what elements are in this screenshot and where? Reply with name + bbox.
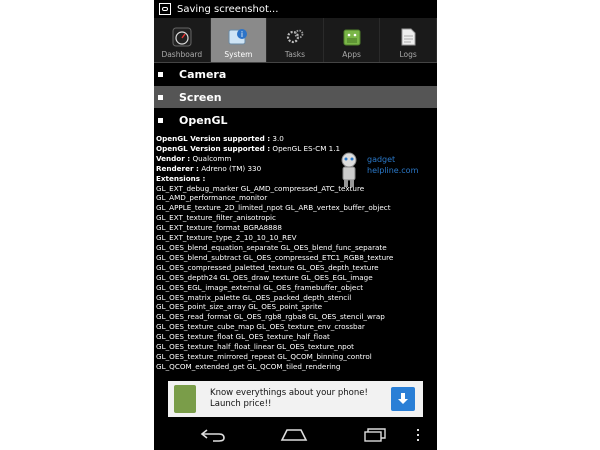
extension-line: GL_APPLE_texture_2D_limited_npot GL_ARB_… [156, 203, 391, 213]
info-label: Renderer : [156, 163, 199, 173]
info-row: OpenGL Version supported : 3.0 [156, 134, 436, 144]
tab-logs[interactable]: Logs [380, 18, 437, 62]
extension-line: GL_OES_matrix_palette GL_OES_packed_dept… [156, 292, 352, 302]
extension-line: GL_OES_compressed_paletted_texture GL_OE… [156, 262, 379, 272]
screenshot-icon [159, 3, 171, 15]
tab-label: System [224, 50, 253, 59]
extension-line: GL_OES_EGL_image_external GL_OES_framebu… [156, 282, 364, 292]
tab-label: Dashboard [161, 50, 203, 59]
home-icon [280, 429, 308, 441]
download-button[interactable] [391, 387, 415, 411]
extension-line: GL_OES_blend_subtract GL_OES_compressed_… [156, 252, 394, 262]
section-label: OpenGL [179, 113, 228, 127]
ad-line1: Know everythings about your phone! [210, 388, 368, 398]
info-value: 3.0 [272, 134, 284, 143]
extension-line: GL_OES_point_size_array GL_OES_point_spr… [156, 302, 323, 312]
download-arrow-icon [398, 393, 408, 404]
tab-label: Logs [399, 50, 417, 59]
system-info-icon: i [227, 26, 249, 48]
extension-line: GL_OES_texture_half_float_linear GL_OES_… [156, 342, 354, 352]
extension-line: GL_OES_texture_float GL_OES_texture_half… [156, 332, 330, 342]
gears-icon [284, 26, 306, 48]
extension-line: GL_AMD_performance_monitor [156, 193, 268, 203]
back-icon [200, 429, 225, 442]
tab-label: Tasks [284, 50, 306, 59]
info-label: OpenGL Version supported : [156, 134, 271, 143]
status-bar: Saving screenshot... [154, 0, 437, 18]
extension-line: GL_OES_depth24 GL_OES_draw_texture GL_OE… [156, 272, 373, 282]
ad-line2: Launch price!! [210, 399, 272, 409]
section-camera[interactable]: Camera [154, 63, 437, 85]
ad-text: Know everythings about your phone! Launc… [210, 388, 391, 410]
info-label: OpenGL Version supported : [156, 143, 271, 153]
robot-mascot-icon [341, 152, 357, 187]
tab-apps[interactable]: Apps [324, 18, 381, 62]
section-screen[interactable]: Screen [154, 86, 437, 108]
extension-line: GL_EXT_texture_format_BGRA8888 [156, 223, 282, 233]
back-button[interactable] [198, 426, 228, 444]
android-icon [341, 26, 363, 48]
section-label: Screen [179, 90, 222, 104]
info-value: Qualcomm [192, 153, 232, 163]
section-opengl[interactable]: OpenGL [154, 109, 437, 131]
ad-banner[interactable]: Know everythings about your phone! Launc… [168, 381, 423, 417]
recents-button[interactable] [360, 426, 390, 444]
watermark-line2: helpline.com [367, 166, 419, 175]
tab-system[interactable]: i System [210, 18, 268, 62]
extension-line: GL_OES_texture_mirrored_repeat GL_QCOM_b… [156, 351, 372, 361]
info-value: Adreno (TM) 330 [201, 163, 262, 173]
expand-icon [158, 94, 163, 100]
expand-icon [158, 71, 163, 77]
watermark-line1: gadget [367, 155, 396, 164]
info-value: OpenGL ES-CM 1.1 [272, 143, 341, 153]
ad-app-icon [174, 385, 196, 413]
menu-button[interactable] [412, 426, 424, 444]
tab-label: Apps [342, 50, 361, 59]
tab-bar: Dashboard i System Tasks Apps Logs [154, 18, 437, 63]
tab-tasks[interactable]: Tasks [267, 18, 324, 62]
svg-text:i: i [241, 30, 243, 39]
document-icon [397, 26, 419, 48]
status-text: Saving screenshot... [177, 3, 279, 15]
navigation-bar [154, 420, 437, 450]
tab-dashboard[interactable]: Dashboard [154, 18, 211, 62]
collapse-icon [158, 117, 163, 123]
watermark-logo: gadget helpline.com [334, 150, 434, 190]
extension-line: GL_QCOM_extended_get GL_QCOM_tiled_rende… [156, 361, 341, 371]
extension-line: GL_OES_texture_cube_map GL_OES_texture_e… [156, 322, 365, 332]
home-button[interactable] [278, 426, 310, 444]
phone-screen: Saving screenshot... Dashboard i System … [154, 0, 437, 450]
info-label: Vendor : [156, 153, 191, 163]
dashboard-gauge-icon [171, 26, 193, 48]
recents-icon [364, 428, 386, 442]
section-label: Camera [179, 67, 227, 81]
extension-line: GL_EXT_texture_filter_anisotropic [156, 213, 276, 223]
extension-line: GL_OES_blend_equation_separate GL_OES_bl… [156, 242, 387, 252]
menu-icon [417, 429, 419, 441]
extension-line: GL_EXT_texture_type_2_10_10_10_REV [156, 233, 297, 243]
extension-line: GL_OES_read_format GL_OES_rgb8_rgba8 GL_… [156, 312, 385, 322]
